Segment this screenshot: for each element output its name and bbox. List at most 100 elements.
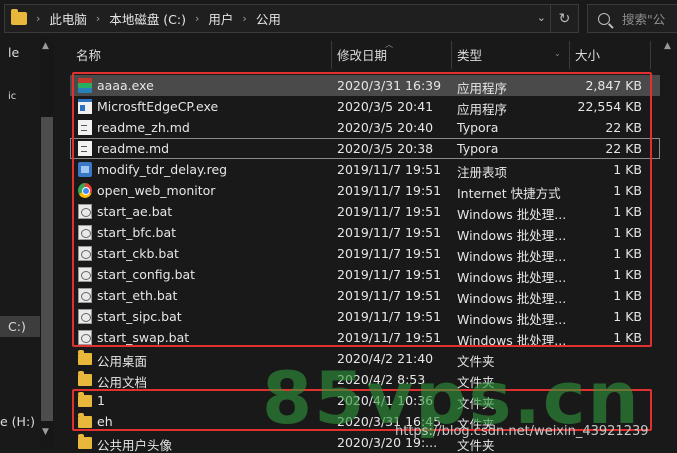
nav-item[interactable]: ic	[8, 91, 16, 102]
chevron-down-icon[interactable]: ⌄	[537, 11, 546, 24]
file-type: Windows 批处理...	[457, 207, 567, 222]
chevron-right-icon[interactable]: ›	[195, 12, 199, 25]
search-placeholder: 搜索"公	[622, 12, 666, 27]
file-name: modify_tdr_delay.reg	[97, 162, 228, 177]
file-row[interactable]: 公用文档 2020/4/2 8:53 文件夹	[70, 369, 660, 390]
breadcrumb-public[interactable]: 公用	[256, 9, 281, 28]
file-row[interactable]: 公用桌面 2020/4/2 21:40 文件夹	[70, 348, 660, 369]
app-icon	[78, 99, 92, 114]
search-input[interactable]: 搜索"公	[587, 4, 677, 33]
file-type: 注册表项	[457, 165, 508, 180]
file-type: Windows 批处理...	[457, 249, 567, 264]
file-row[interactable]: start_ckb.bat 2019/11/7 19:51 Windows 批处理.…	[70, 243, 660, 264]
exe-icon	[78, 78, 92, 93]
chevron-right-icon[interactable]: ›	[36, 12, 40, 25]
file-date: 2019/11/7 19:51	[337, 204, 442, 219]
file-date: 2020/3/20 19:...	[337, 435, 438, 450]
file-type: Typora	[457, 141, 499, 156]
file-date: 2020/3/5 20:40	[337, 120, 434, 135]
file-size: 22 KB	[605, 120, 642, 135]
file-row[interactable]: readme.md 2020/3/5 20:38 Typora 22 KB	[70, 138, 660, 159]
file-size: 2,847 KB	[585, 78, 642, 93]
file-row[interactable]: 1 2020/4/1 10:36 文件夹	[70, 390, 660, 411]
address-toolbar: › 此电脑 › 本地磁盘 (C:) › 用户 › 公用 ⌄ ↻ 搜索"公	[0, 0, 677, 37]
file-row[interactable]: start_eth.bat 2019/11/7 19:51 Windows 批处理.…	[70, 285, 660, 306]
breadcrumb-this-pc[interactable]: 此电脑	[49, 9, 87, 28]
breadcrumb-users[interactable]: 用户	[208, 9, 233, 28]
chevron-right-icon[interactable]: ›	[242, 12, 246, 25]
address-bar[interactable]: › 此电脑 › 本地磁盘 (C:) › 用户 › 公用 ⌄ ↻	[4, 4, 579, 33]
file-row[interactable]: start_ae.bat 2019/11/7 19:51 Windows 批处理..…	[70, 201, 660, 222]
file-date: 2020/3/31 16:39	[337, 78, 442, 93]
document-icon	[78, 141, 92, 156]
column-divider[interactable]	[451, 41, 452, 69]
column-header-type[interactable]: 类型	[457, 45, 482, 64]
file-type: Internet 快捷方式	[457, 186, 561, 201]
file-name: readme.md	[97, 141, 170, 156]
scroll-down-icon[interactable]: ▼	[42, 427, 49, 437]
folder-icon	[11, 9, 27, 25]
file-name: eh	[97, 414, 113, 429]
file-name: start_sipc.bat	[97, 309, 182, 324]
nav-item-drive-h[interactable]: e (H:)	[0, 414, 35, 429]
file-name: start_ae.bat	[97, 204, 173, 219]
file-row[interactable]: aaaa.exe 2020/3/31 16:39 应用程序 2,847 KB	[70, 75, 660, 96]
file-name: start_eth.bat	[97, 288, 178, 303]
file-name: start_bfc.bat	[97, 225, 177, 240]
file-row[interactable]: start_swap.bat 2019/11/7 19:51 Windows 批处理…	[70, 327, 660, 348]
file-size: 22 KB	[605, 141, 642, 156]
file-name: 公用文档	[97, 375, 148, 390]
column-filter-icon[interactable]: ⌄	[554, 49, 561, 58]
file-size: 1 KB	[613, 267, 642, 282]
file-row[interactable]: open_web_monitor 2019/11/7 19:51 Internet …	[70, 180, 660, 201]
file-date: 2019/11/7 19:51	[337, 288, 442, 303]
file-type: 文件夹	[457, 354, 495, 369]
file-type: 文件夹	[457, 417, 495, 432]
file-date: 2020/4/2 8:53	[337, 372, 426, 387]
file-date: 2019/11/7 19:51	[337, 330, 442, 345]
column-header-name[interactable]: 名称	[76, 45, 101, 64]
file-date: 2020/4/2 21:40	[337, 351, 434, 366]
file-name: readme_zh.md	[97, 120, 190, 135]
batch-file-icon	[78, 330, 92, 345]
nav-item-local-disk[interactable]: C:)	[8, 319, 26, 334]
file-row[interactable]: 公共用户头像 2020/3/20 19:... 文件夹	[70, 432, 660, 453]
file-row[interactable]: MicrosftEdgeCP.exe 2020/3/5 20:41 应用程序 22,5…	[70, 96, 660, 117]
file-name: start_config.bat	[97, 267, 196, 282]
file-date: 2019/11/7 19:51	[337, 225, 442, 240]
column-divider[interactable]	[650, 41, 651, 69]
batch-file-icon	[78, 267, 92, 282]
file-size: 1 KB	[613, 330, 642, 345]
column-divider[interactable]	[569, 41, 570, 69]
file-row[interactable]: readme_zh.md 2020/3/5 20:40 Typora 22 KB	[70, 117, 660, 138]
breadcrumb-local-disk[interactable]: 本地磁盘 (C:)	[109, 9, 186, 28]
file-size: 1 KB	[613, 225, 642, 240]
file-date: 2019/11/7 19:51	[337, 309, 442, 324]
file-size: 1 KB	[613, 309, 642, 324]
scroll-up-icon[interactable]: ▲	[42, 41, 49, 51]
file-row[interactable]: start_sipc.bat 2019/11/7 19:51 Windows 批处理…	[70, 306, 660, 327]
column-header-date[interactable]: 修改日期	[337, 45, 387, 64]
file-row[interactable]: eh 2020/3/31 16:45 文件夹	[70, 411, 660, 432]
file-list-scrollbar[interactable]: ▲	[660, 37, 677, 453]
registry-icon	[78, 162, 92, 177]
folder-icon	[78, 434, 92, 449]
refresh-icon[interactable]: ↻	[550, 5, 578, 32]
search-icon	[598, 12, 610, 25]
column-header-size[interactable]: 大小	[575, 45, 600, 64]
chevron-right-icon[interactable]: ›	[96, 12, 100, 25]
nav-scrollbar-thumb[interactable]	[41, 117, 53, 421]
file-name: open_web_monitor	[97, 183, 216, 198]
scroll-up-icon[interactable]: ▲	[664, 41, 671, 51]
file-type: 应用程序	[457, 102, 508, 117]
file-row[interactable]: start_config.bat 2019/11/7 19:51 Windows 批…	[70, 264, 660, 285]
folder-icon	[78, 371, 92, 386]
column-divider[interactable]	[331, 41, 332, 69]
web-shortcut-icon	[78, 183, 92, 198]
nav-item[interactable]: le	[8, 45, 19, 60]
file-size: 22,554 KB	[577, 99, 642, 114]
batch-file-icon	[78, 288, 92, 303]
file-row[interactable]: start_bfc.bat 2019/11/7 19:51 Windows 批处理.…	[70, 222, 660, 243]
file-row[interactable]: modify_tdr_delay.reg 2019/11/7 19:51 注册表项 1…	[70, 159, 660, 180]
file-date: 2019/11/7 19:51	[337, 267, 442, 282]
